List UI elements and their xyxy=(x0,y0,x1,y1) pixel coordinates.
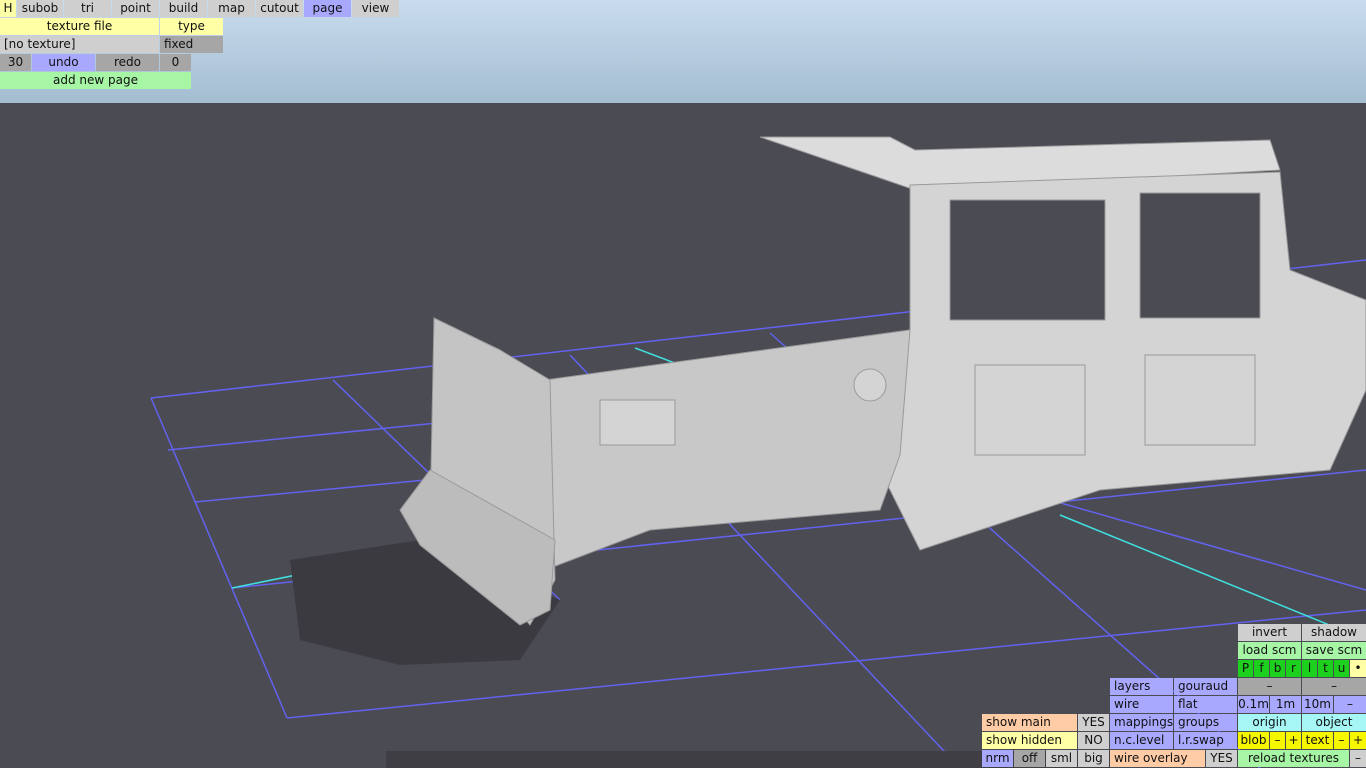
size-sml-button[interactable]: sml xyxy=(1046,750,1077,767)
shadow-button[interactable]: shadow xyxy=(1302,624,1366,641)
dash-button-1[interactable]: – xyxy=(1238,678,1301,695)
flat-button[interactable]: flat xyxy=(1174,696,1237,713)
load-scm-button[interactable]: load scm xyxy=(1238,642,1301,659)
menu-build[interactable]: build xyxy=(160,0,207,17)
blob-button[interactable]: blob xyxy=(1238,732,1269,749)
add-new-page-button[interactable]: add new page xyxy=(0,72,191,89)
undo-count: 30 xyxy=(0,54,31,71)
show-main-button[interactable]: show main xyxy=(982,714,1077,731)
gouraud-button[interactable]: gouraud xyxy=(1174,678,1237,695)
invert-button[interactable]: invert xyxy=(1238,624,1301,641)
dash-button-2[interactable]: – xyxy=(1302,678,1366,695)
show-hidden-button[interactable]: show hidden xyxy=(982,732,1077,749)
menu-cutout[interactable]: cutout xyxy=(256,0,303,17)
view-under-button[interactable]: u xyxy=(1334,660,1349,677)
size-nrm-button[interactable]: nrm xyxy=(982,750,1013,767)
layers-button[interactable]: layers xyxy=(1110,678,1173,695)
text-minus-button[interactable]: – xyxy=(1334,732,1349,749)
grid-0.1m-button[interactable]: 0.1m xyxy=(1238,696,1269,713)
texture-file-button[interactable]: texture file xyxy=(0,18,159,35)
lr-swap-button[interactable]: l.r.swap xyxy=(1174,732,1237,749)
mappings-button[interactable]: mappings xyxy=(1110,714,1173,731)
object-button[interactable]: object xyxy=(1302,714,1366,731)
show-hidden-value[interactable]: NO xyxy=(1078,732,1109,749)
grid-line xyxy=(150,397,288,719)
size-big-button[interactable]: big xyxy=(1078,750,1109,767)
texture-value[interactable]: [no texture] xyxy=(0,36,159,53)
grid-1m-button[interactable]: 1m xyxy=(1270,696,1301,713)
type-button[interactable]: type xyxy=(160,18,223,35)
nc-level-button[interactable]: n.c.level xyxy=(1110,732,1173,749)
wire-overlay-button[interactable]: wire overlay xyxy=(1110,750,1205,767)
show-main-value[interactable]: YES xyxy=(1078,714,1109,731)
view-front-button[interactable]: f xyxy=(1254,660,1269,677)
menu-view[interactable]: view xyxy=(352,0,399,17)
reload-minus-button[interactable]: – xyxy=(1350,750,1366,767)
wire-overlay-value[interactable]: YES xyxy=(1206,750,1237,767)
3d-viewport[interactable] xyxy=(0,0,1366,768)
menu-map[interactable]: map xyxy=(208,0,255,17)
grid-10m-button[interactable]: 10m xyxy=(1302,696,1333,713)
vehicle-model xyxy=(399,136,1366,626)
view-top-button[interactable]: t xyxy=(1318,660,1333,677)
reload-textures-button[interactable]: reload textures xyxy=(1238,750,1349,767)
blob-plus-button[interactable]: + xyxy=(1286,732,1301,749)
groups-button[interactable]: groups xyxy=(1174,714,1237,731)
size-off-button[interactable]: off xyxy=(1014,750,1045,767)
undo-button[interactable]: undo xyxy=(32,54,95,71)
save-scm-button[interactable]: save scm xyxy=(1302,642,1366,659)
view-right-button[interactable]: r xyxy=(1286,660,1301,677)
text-button[interactable]: text xyxy=(1302,732,1333,749)
redo-button[interactable]: redo xyxy=(96,54,159,71)
menu-point[interactable]: point xyxy=(112,0,159,17)
text-plus-button[interactable]: + xyxy=(1350,732,1366,749)
h-button[interactable]: H xyxy=(0,0,16,17)
redo-count: 0 xyxy=(160,54,191,71)
menu-page[interactable]: page xyxy=(304,0,351,17)
view-left-button[interactable]: l xyxy=(1302,660,1317,677)
type-value[interactable]: fixed xyxy=(160,36,223,53)
view-p-button[interactable]: P xyxy=(1238,660,1253,677)
grid-off-button[interactable]: – xyxy=(1334,696,1366,713)
view-dot-button[interactable]: • xyxy=(1350,660,1366,677)
wire-button[interactable]: wire xyxy=(1110,696,1173,713)
menu-tri[interactable]: tri xyxy=(64,0,111,17)
blob-minus-button[interactable]: – xyxy=(1270,732,1285,749)
menu-subob[interactable]: subob xyxy=(17,0,63,17)
view-back-button[interactable]: b xyxy=(1270,660,1285,677)
origin-button[interactable]: origin xyxy=(1238,714,1301,731)
